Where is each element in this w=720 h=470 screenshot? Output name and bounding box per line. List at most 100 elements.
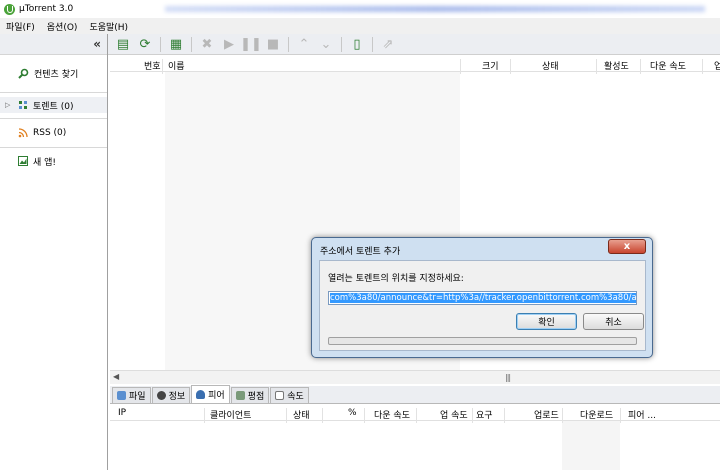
column-header-client[interactable]: 클라이언트 xyxy=(210,408,251,421)
move-up-icon[interactable]: ⌃ xyxy=(295,36,313,53)
sidebar-item-label: 토렌트 (0) xyxy=(33,101,74,112)
info-icon xyxy=(156,391,166,400)
blurred-title-region xyxy=(165,6,705,12)
title-bar: µTorrent 3.0 xyxy=(0,0,720,18)
divider xyxy=(0,92,107,93)
tab-files[interactable]: 파일 xyxy=(112,387,151,403)
divider xyxy=(416,408,417,423)
divider xyxy=(702,59,703,74)
dialog-title: 주소에서 토렌트 추가 xyxy=(320,247,401,257)
create-torrent-icon[interactable]: ▦ xyxy=(167,36,185,53)
rss-icon xyxy=(18,128,28,138)
column-header-name[interactable]: 이름 xyxy=(168,59,185,72)
peer-list[interactable]: IP 클라이언트 상태 % 다운 속도 업 속도 요구 업로드 다운로드 피어 … xyxy=(110,404,720,470)
divider xyxy=(472,408,473,423)
divider xyxy=(596,59,597,74)
menu-file[interactable]: 파일(F) xyxy=(6,20,35,33)
horizontal-scrollbar[interactable]: ◀ ||| xyxy=(110,370,720,384)
add-torrent-icon[interactable]: ▤ xyxy=(114,36,132,53)
menu-options[interactable]: 옵션(O) xyxy=(47,20,78,33)
expand-arrow-icon[interactable]: ▷ xyxy=(5,101,10,109)
tab-label: 평점 xyxy=(247,392,265,402)
sidebar-item-rss[interactable]: RSS (0) xyxy=(0,125,107,141)
sidebar-item-new-apps[interactable]: 새 앱! xyxy=(0,153,107,169)
column-header-down-speed[interactable]: 다운 속도 xyxy=(650,59,686,72)
tab-speed[interactable]: 속도 xyxy=(270,387,309,403)
column-shade xyxy=(562,421,620,470)
divider xyxy=(460,59,461,74)
scroll-grip-icon[interactable]: ||| xyxy=(505,373,511,382)
collapse-sidebar-icon[interactable]: « xyxy=(93,37,101,51)
divider xyxy=(372,36,373,52)
tab-label: 파일 xyxy=(129,392,146,402)
divider xyxy=(288,36,289,52)
move-down-icon[interactable]: ⌄ xyxy=(317,36,335,53)
scroll-left-icon[interactable]: ◀ xyxy=(113,372,119,381)
column-header-activity[interactable]: 활성도 xyxy=(604,59,629,72)
column-header-size[interactable]: 크기 xyxy=(482,59,499,72)
start-icon[interactable]: ▶ xyxy=(220,36,238,53)
column-header-status[interactable]: 상태 xyxy=(542,59,559,72)
divider xyxy=(191,36,192,52)
column-header-up-speed[interactable]: 업 속도 xyxy=(440,408,468,421)
divider xyxy=(162,59,163,74)
utorrent-logo-icon xyxy=(4,3,15,15)
column-header-number[interactable]: 번호 xyxy=(144,59,161,72)
column-header-flags[interactable]: 상태 xyxy=(293,408,310,421)
remove-icon[interactable]: ✖ xyxy=(198,36,216,53)
column-header-downloaded[interactable]: 다운로드 xyxy=(580,408,613,421)
divider xyxy=(0,147,107,148)
ok-button[interactable]: 확인 xyxy=(516,313,577,330)
divider xyxy=(341,36,342,52)
stop-icon[interactable]: ■ xyxy=(264,36,282,53)
torrents-icon xyxy=(19,101,27,109)
url-input[interactable]: com%3a80/announce&tr=http%3a//tracker.op… xyxy=(328,291,637,305)
rating-icon xyxy=(235,391,245,400)
divider xyxy=(364,408,365,423)
column-header-percent[interactable]: % xyxy=(348,408,357,418)
divider xyxy=(160,36,161,52)
detail-tabs: 파일 정보 피어 평점 속도 xyxy=(110,385,720,404)
sidebar-header: « xyxy=(0,34,107,55)
divider xyxy=(204,408,205,423)
share-icon[interactable]: ⇗ xyxy=(379,36,397,53)
tab-label: 정보 xyxy=(168,392,186,402)
column-header-requests[interactable]: 요구 xyxy=(476,408,493,421)
column-header-uploaded[interactable]: 업로드 xyxy=(534,408,559,421)
column-header-down-speed[interactable]: 다운 속도 xyxy=(374,408,410,421)
file-icon xyxy=(117,391,126,400)
tab-ratings[interactable]: 평점 xyxy=(230,387,270,403)
divider xyxy=(286,408,287,423)
peer-list-header: IP 클라이언트 상태 % 다운 속도 업 속도 요구 업로드 다운로드 피어 … xyxy=(110,404,720,423)
sidebar-item-find-content[interactable]: 컨텐츠 찾기 xyxy=(0,65,107,81)
divider xyxy=(562,408,563,423)
torrent-list-header: 번호 이름 크기 상태 활성도 다운 속도 업 xyxy=(110,55,720,74)
progress-bar xyxy=(328,337,637,345)
menu-bar: 파일(F) 옵션(O) 도움말(H) xyxy=(0,18,720,34)
divider xyxy=(504,408,505,423)
column-header-up-speed[interactable]: 업 xyxy=(714,59,720,72)
sidebar: « 컨텐츠 찾기 ▷ 토렌트 (0) RSS (0) 새 앱! xyxy=(0,34,108,470)
tab-info[interactable]: 정보 xyxy=(151,387,191,403)
window-title: µTorrent 3.0 xyxy=(19,4,74,14)
cancel-button[interactable]: 취소 xyxy=(583,313,644,330)
cancel-button-label: 취소 xyxy=(605,318,622,328)
tab-peers[interactable]: 피어 xyxy=(191,385,230,403)
sidebar-item-label: 새 앱! xyxy=(33,157,57,168)
sidebar-item-torrents[interactable]: ▷ 토렌트 (0) xyxy=(0,97,107,113)
divider xyxy=(510,59,511,74)
search-icon xyxy=(18,68,29,79)
column-header-peer-speed[interactable]: 피어 ... xyxy=(628,408,656,421)
column-header-ip[interactable]: IP xyxy=(118,408,126,418)
divider xyxy=(620,408,621,423)
close-button[interactable]: x xyxy=(608,239,646,254)
speed-icon xyxy=(275,391,285,400)
close-icon: x xyxy=(623,241,631,252)
sidebar-item-label: RSS (0) xyxy=(33,128,67,138)
pause-icon[interactable]: ❚❚ xyxy=(240,36,262,53)
tab-label: 속도 xyxy=(287,392,304,402)
remote-device-icon[interactable]: ▯ xyxy=(348,36,366,53)
menu-help[interactable]: 도움말(H) xyxy=(89,20,128,33)
add-from-url-icon[interactable]: ⟳ xyxy=(136,36,154,53)
toolbar: ▤ ⟳ ▦ ✖ ▶ ❚❚ ■ ⌃ ⌄ ▯ ⇗ xyxy=(108,34,720,55)
